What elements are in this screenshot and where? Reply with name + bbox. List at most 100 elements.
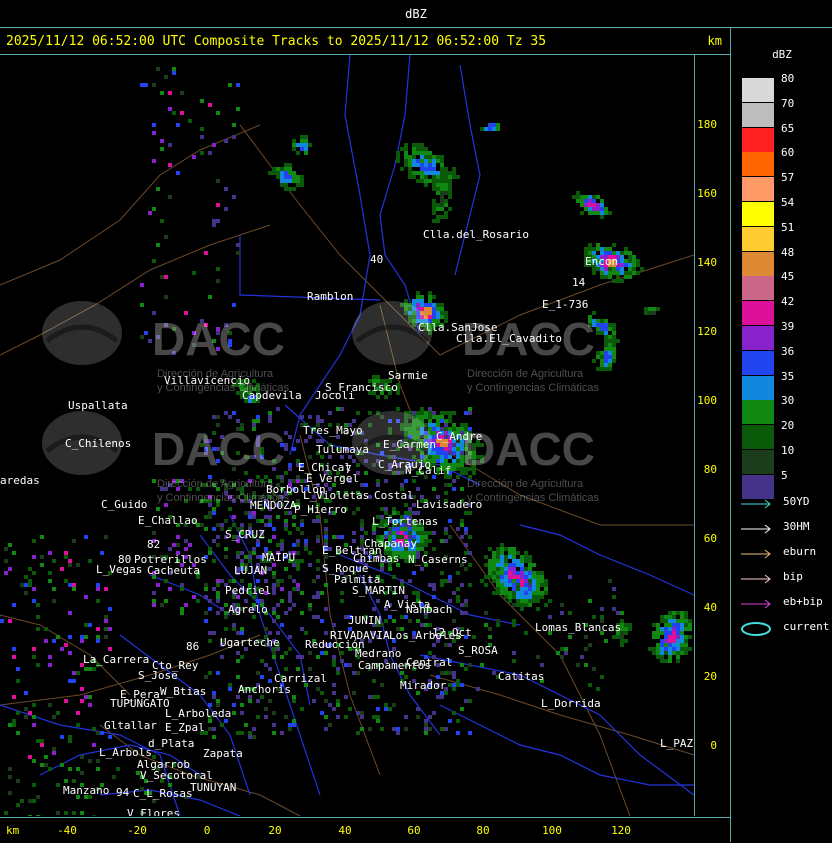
legend-label-80: 80: [781, 72, 795, 85]
track-arrow-icon: [741, 574, 771, 584]
echo-pixel: [396, 159, 400, 163]
echo-pixel: [624, 623, 628, 627]
echo-pixel: [272, 731, 276, 735]
echo-pixel: [308, 455, 312, 459]
echo-pixel: [440, 159, 444, 163]
echo-pixel: [268, 523, 272, 527]
echo-pixel: [184, 547, 188, 551]
echo-pixel: [464, 699, 468, 703]
echo-pixel: [384, 703, 388, 707]
echo-pixel: [392, 727, 396, 731]
echo-pixel: [456, 451, 460, 455]
echo-pixel: [40, 563, 44, 567]
echo-pixel: [96, 587, 100, 591]
echo-pixel: [504, 567, 508, 571]
echo-pixel: [64, 643, 68, 647]
echo-pixel: [612, 351, 616, 355]
echo-pixel: [248, 523, 252, 527]
echo-pixel: [216, 595, 220, 599]
echo-pixel: [272, 607, 276, 611]
echo-pixel: [620, 279, 624, 283]
echo-pixel: [12, 655, 16, 659]
echo-pixel: [496, 555, 500, 559]
echo-pixel: [8, 723, 12, 727]
echo-pixel: [428, 727, 432, 731]
echo-pixel: [668, 611, 672, 615]
echo-pixel: [428, 423, 432, 427]
echo-pixel: [456, 595, 460, 599]
svg-text:y Contingencias Climáticas: y Contingencias Climáticas: [467, 382, 600, 394]
echo-pixel: [152, 479, 156, 483]
echo-pixel: [504, 571, 508, 575]
radar-map-panel[interactable]: DACC Dirección de Agricultura y Contingenc…: [0, 55, 695, 816]
echo-pixel: [288, 595, 292, 599]
echo-pixel: [332, 691, 336, 695]
echo-pixel: [616, 279, 620, 283]
echo-pixel: [172, 67, 176, 71]
echo-pixel: [208, 639, 212, 643]
echo-pixel: [216, 599, 220, 603]
echo-pixel: [468, 411, 472, 415]
place-label: 80: [118, 553, 131, 566]
echo-pixel: [284, 527, 288, 531]
echo-pixel: [404, 503, 408, 507]
echo-pixel: [432, 315, 436, 319]
echo-pixel: [360, 527, 364, 531]
echo-pixel: [608, 347, 612, 351]
echo-pixel: [420, 543, 424, 547]
echo-pixel: [220, 655, 224, 659]
echo-pixel: [212, 587, 216, 591]
echo-pixel: [148, 211, 152, 215]
echo-pixel: [372, 679, 376, 683]
echo-pixel: [600, 327, 604, 331]
echo-pixel: [64, 699, 68, 703]
echo-pixel: [440, 459, 444, 463]
echo-pixel: [408, 159, 412, 163]
place-label: L_Arboleda: [165, 707, 231, 720]
echo-pixel: [292, 175, 296, 179]
echo-pixel: [496, 623, 500, 627]
echo-pixel: [80, 635, 84, 639]
echo-pixel: [204, 583, 208, 587]
echo-pixel: [440, 695, 444, 699]
radar-map[interactable]: DACCDirección de Agriculturay Contingenc…: [0, 55, 694, 816]
echo-pixel: [184, 539, 188, 543]
echo-pixel: [208, 551, 212, 555]
echo-pixel: [516, 583, 520, 587]
echo-pixel: [360, 483, 364, 487]
echo-pixel: [400, 167, 404, 171]
echo-pixel: [464, 599, 468, 603]
echo-pixel: [460, 583, 464, 587]
echo-pixel: [292, 143, 296, 147]
echo-pixel: [404, 299, 408, 303]
echo-pixel: [608, 579, 612, 583]
echo-pixel: [288, 175, 292, 179]
echo-pixel: [48, 767, 52, 771]
echo-pixel: [96, 635, 100, 639]
y-tick-40: 40: [703, 601, 717, 614]
echo-pixel: [216, 179, 220, 183]
echo-pixel: [204, 251, 208, 255]
track-legend-label: 50YD: [783, 495, 810, 508]
echo-pixel: [500, 587, 504, 591]
echo-pixel: [440, 203, 444, 207]
echo-pixel: [232, 195, 236, 199]
echo-pixel: [280, 731, 284, 735]
echo-pixel: [100, 551, 104, 555]
echo-pixel: [596, 367, 600, 371]
echo-pixel: [300, 627, 304, 631]
echo-pixel: [436, 307, 440, 311]
echo-pixel: [292, 543, 296, 547]
echo-pixel: [392, 619, 396, 623]
echo-pixel: [512, 563, 516, 567]
echo-pixel: [236, 83, 240, 87]
echo-pixel: [24, 575, 28, 579]
echo-pixel: [212, 415, 216, 419]
echo-pixel: [376, 375, 380, 379]
echo-pixel: [392, 575, 396, 579]
echo-pixel: [24, 715, 28, 719]
echo-pixel: [488, 627, 492, 631]
echo-pixel: [452, 463, 456, 467]
echo-pixel: [628, 263, 632, 267]
echo-pixel: [432, 159, 436, 163]
